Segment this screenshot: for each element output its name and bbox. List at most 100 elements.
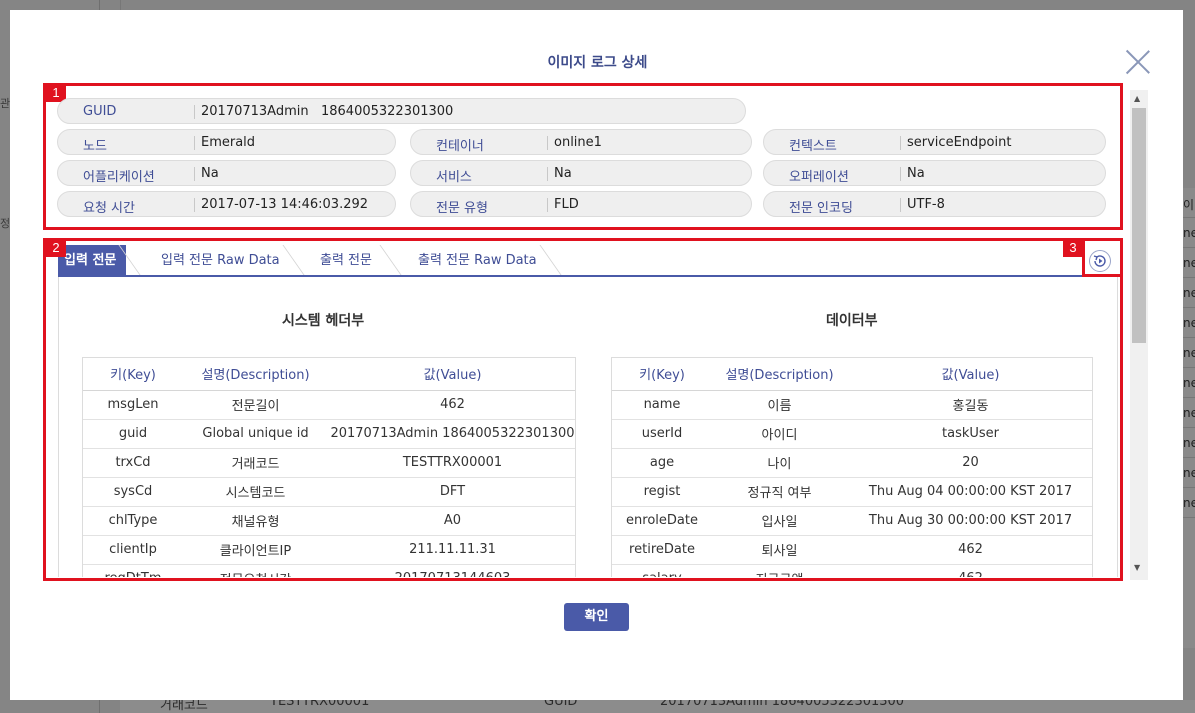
cell-description: 입사일 [712,506,847,536]
cell-key: chlType [83,506,183,536]
table-row: age 나이 20 [612,448,1092,478]
guid-value: 20170713Admin 1864005322301300 [201,104,454,119]
background-sidebar-fragment: 관 [0,97,11,110]
cell-value: TESTTRX00001 [328,448,575,478]
context-label: 컨텍스트 [789,139,837,154]
field-separator [194,198,195,212]
column-header-value: 값(Value) [328,358,575,391]
cell-key: name [612,390,712,420]
cell-value: Thu Aug 04 00:00:00 KST 2017 [847,477,1092,507]
cell-description: 클라이언트IP [183,535,328,565]
cell-description: 퇴사일 [712,535,847,565]
cell-key: userId [612,419,712,449]
operation-field: 오퍼레이션 Na [763,160,1106,186]
confirm-button[interactable]: 확인 [564,603,629,631]
tab-content: 시스템 헤더부 데이터부 키(Key) 설명(Description) 값(Va… [58,277,1118,577]
application-value: Na [201,166,219,181]
background-cell: ne [1183,248,1195,278]
cell-description: 아이디 [712,419,847,449]
background-cell: ne [1183,488,1195,518]
column-header-key: 키(Key) [612,358,712,391]
table-row: retireDate 퇴사일 462 [612,535,1092,565]
background-field-label: 거래코드 [160,700,208,713]
cell-description: 채널유형 [183,506,328,536]
column-header-description: 설명(Description) [183,358,328,391]
table-row: userId 아이디 taskUser [612,419,1092,449]
column-header-value: 값(Value) [847,358,1092,391]
background-cell: ne [1183,278,1195,308]
table-row: reqDtTm 전문요청시간 20170713144603 [83,564,575,577]
field-separator [547,136,548,150]
request-time-value: 2017-07-13 14:46:03.292 [201,197,369,212]
background-right-column: 이 ne ne ne ne ne ne ne ne ne ne [1183,188,1195,648]
context-field: 컨텍스트 serviceEndpoint [763,129,1106,155]
field-separator [900,136,901,150]
background-bottom-fields: 거래코드 TESTTRX00001 GUID 20170713Admin 186… [120,700,1195,713]
cell-value: 20170713Admin 1864005322301300 [328,419,575,449]
scroll-up-icon[interactable]: ▲ [1134,95,1140,103]
cell-key: age [612,448,712,478]
service-field: 서비스 Na [410,160,752,186]
cell-key: regist [612,477,712,507]
tab-bar: 입력 전문 입력 전문 Raw Data 출력 전문 출력 전문 Raw Dat… [58,245,1118,276]
cell-value: Thu Aug 30 00:00:00 KST 2017 [847,506,1092,536]
tab-output-raw-data[interactable]: 출력 전문 Raw Data [418,245,537,275]
cell-description: 전문길이 [183,390,328,420]
cell-value: DFT [328,477,575,507]
message-encoding-field: 전문 인코딩 UTF-8 [763,191,1106,217]
column-header-key: 키(Key) [83,358,183,391]
context-value: serviceEndpoint [907,135,1012,150]
background-cell: ne [1183,218,1195,248]
cell-value: 211.11.11.31 [328,535,575,565]
annotation-number-2: 2 [46,239,66,257]
table-row: chlType 채널유형 A0 [83,506,575,536]
close-icon[interactable] [1124,48,1152,76]
table-row: regist 정규직 여부 Thu Aug 04 00:00:00 KST 20… [612,477,1092,507]
cell-key: enroleDate [612,506,712,536]
background-cell: ne [1183,398,1195,428]
background-field-value: TESTTRX00001 [270,700,370,709]
request-time-label: 요청 시간 [83,201,135,216]
cell-key: reqDtTm [83,564,183,577]
modal-scrollbar[interactable]: ▲ ▼ [1130,90,1148,580]
cell-value: 홍길동 [847,390,1092,420]
refresh-icon[interactable] [1089,250,1111,272]
cell-value: taskUser [847,419,1092,449]
background-cell: ne [1183,458,1195,488]
cell-description: 이름 [712,390,847,420]
tab-output-message[interactable]: 출력 전문 [320,245,372,275]
tab-input-raw-data[interactable]: 입력 전문 Raw Data [161,245,280,275]
table-row: guid Global unique id 20170713Admin 1864… [83,419,575,449]
service-value: Na [554,166,572,181]
system-header-table: 키(Key) 설명(Description) 값(Value) msgLen 전… [82,357,576,577]
cell-key: clientIp [83,535,183,565]
cell-value: A0 [328,506,575,536]
service-label: 서비스 [436,170,472,185]
cell-description: 나이 [712,448,847,478]
table-row: name 이름 홍길동 [612,390,1092,420]
container-value: online1 [554,135,602,150]
scroll-down-icon[interactable]: ▼ [1134,564,1140,572]
annotation-number-3: 3 [1063,239,1083,257]
background-cell: ne [1183,338,1195,368]
table-row: msgLen 전문길이 462 [83,390,575,420]
message-encoding-label: 전문 인코딩 [789,201,853,216]
data-part-title: 데이터부 [826,313,878,329]
modal-title: 이미지 로그 상세 [547,55,648,71]
system-header-title: 시스템 헤더부 [282,313,365,329]
container-field: 컨테이너 online1 [410,129,752,155]
cell-value: 20170713144603 [328,564,575,577]
background-cell: ne [1183,428,1195,458]
field-separator [194,105,195,119]
cell-key: retireDate [612,535,712,565]
scrollbar-thumb[interactable] [1132,108,1146,343]
cell-description: 전문요청시간 [183,564,328,577]
table-row: enroleDate 입사일 Thu Aug 30 00:00:00 KST 2… [612,506,1092,536]
background-field-value: 20170713Admin 1864005322301300 [660,700,905,709]
field-separator [547,167,548,181]
cell-value: 20 [847,448,1092,478]
field-separator [547,198,548,212]
field-separator [194,167,195,181]
application-label: 어플리케이션 [83,170,155,185]
cell-key: msgLen [83,390,183,420]
